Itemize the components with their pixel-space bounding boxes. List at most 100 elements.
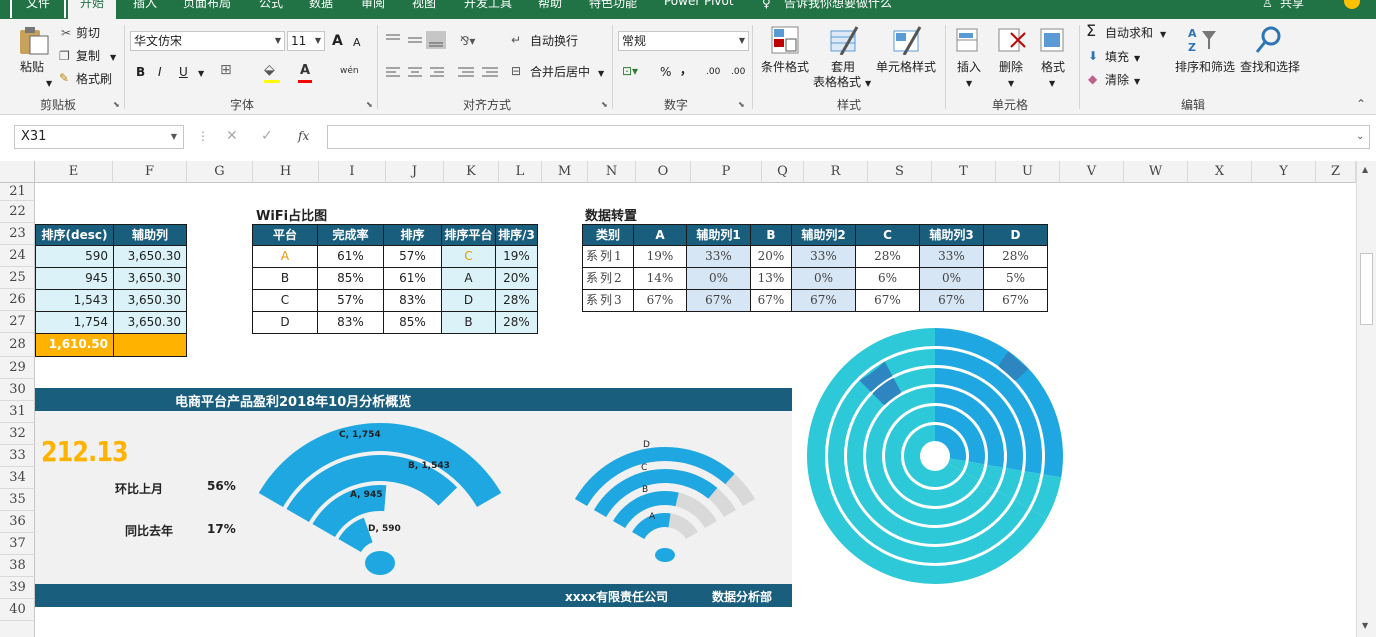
delete-cells-icon[interactable] (997, 25, 1027, 55)
t3-header[interactable]: D (983, 224, 1048, 246)
table-format-dropdown-icon[interactable]: ▼ (865, 77, 871, 91)
t1-cell[interactable]: 3,650.30 (113, 267, 187, 290)
column-header[interactable]: M (542, 161, 588, 183)
font-name-select[interactable]: 华文仿宋 ▼ (130, 31, 285, 51)
number-launcher-icon[interactable]: ⬊ (738, 98, 745, 112)
bold-button[interactable]: B (136, 65, 145, 79)
t3-header[interactable]: C (855, 224, 920, 246)
column-header[interactable]: E (35, 161, 113, 183)
t3-cell[interactable]: 0% (919, 267, 984, 290)
t1-cell[interactable]: 3,650.30 (113, 245, 187, 268)
row-header[interactable]: 31 (0, 401, 35, 423)
column-header[interactable]: G (187, 161, 253, 183)
tab-formulas[interactable]: 公式 (259, 0, 283, 11)
t3-cell[interactable]: 0% (686, 267, 751, 290)
delete-cells-button[interactable]: 删除 (999, 60, 1023, 74)
horizontal-align-icons[interactable] (384, 65, 504, 81)
table-format-label-1[interactable]: 套用 (831, 60, 855, 74)
select-all-corner[interactable] (0, 161, 35, 183)
t3-header[interactable]: A (633, 224, 687, 246)
t3-header[interactable]: 类别 (582, 224, 634, 246)
name-box[interactable]: X31 ▼ (14, 125, 184, 149)
row-header[interactable]: 24 (0, 245, 35, 267)
smiley-feedback-icon[interactable] (1344, 0, 1360, 9)
wifi-fan-chart[interactable]: D C B A (560, 433, 780, 573)
underline-button[interactable]: U (179, 65, 188, 79)
search-icon[interactable] (1254, 25, 1284, 55)
row-header[interactable]: 37 (0, 533, 35, 555)
tab-page-layout[interactable]: 页面布局 (183, 0, 231, 11)
t1-cell[interactable]: 3,650.30 (113, 311, 187, 334)
t3-cell[interactable]: 67% (686, 289, 751, 312)
clipboard-launcher-icon[interactable]: ⬊ (113, 98, 120, 112)
cancel-icon[interactable]: ✕ (226, 128, 238, 144)
column-header[interactable]: O (636, 161, 691, 183)
column-header[interactable]: Q (762, 161, 804, 183)
row-header[interactable]: 39 (0, 577, 35, 599)
formula-input[interactable] (327, 125, 1370, 149)
t3-cell[interactable]: 33% (919, 245, 984, 268)
t2-cell[interactable]: 20% (495, 267, 538, 290)
t2-cell[interactable]: A (441, 267, 496, 290)
table-format-icon[interactable] (829, 25, 859, 55)
autosum-dropdown-icon[interactable]: ▼ (1160, 28, 1166, 42)
t3-cell[interactable]: 28% (855, 245, 920, 268)
copy-dropdown-icon[interactable]: ▼ (110, 51, 116, 65)
insert-cells-button[interactable]: 插入 (957, 60, 981, 74)
row-header[interactable]: 22 (0, 201, 35, 223)
tab-home[interactable]: 开始 (68, 0, 116, 19)
tab-special[interactable]: 特色功能 (589, 0, 637, 11)
number-format-select[interactable]: 常规 ▼ (618, 31, 749, 51)
row-header[interactable]: 36 (0, 511, 35, 533)
t3-series-label[interactable]: 系列1 (582, 245, 634, 268)
t2-cell[interactable]: 19% (495, 245, 538, 268)
clear-dropdown-icon[interactable]: ▼ (1134, 75, 1140, 89)
row-header[interactable]: 35 (0, 489, 35, 511)
alignment-launcher-icon[interactable]: ⬊ (601, 98, 608, 112)
wrap-text-button[interactable]: 自动换行 (530, 34, 578, 48)
conditional-format-button[interactable]: 条件格式 (761, 60, 809, 74)
t3-header[interactable]: 辅助列1 (686, 224, 751, 246)
table-format-label-2[interactable]: 表格格式 (813, 75, 861, 89)
t3-series-label[interactable]: 系列2 (582, 267, 634, 290)
t3-cell[interactable]: 33% (791, 245, 856, 268)
currency-icon[interactable]: ⊡▾ (622, 64, 638, 78)
t2-cell[interactable]: 57% (383, 245, 442, 268)
t3-cell[interactable]: 67% (791, 289, 856, 312)
column-header[interactable]: X (1188, 161, 1252, 183)
tab-data[interactable]: 数据 (309, 0, 333, 11)
t2-cell[interactable]: 61% (317, 245, 384, 268)
tab-file[interactable]: 文件 (10, 0, 66, 18)
share-button[interactable]: 共享 (1280, 0, 1304, 11)
t3-header[interactable]: 辅助列3 (919, 224, 984, 246)
t3-cell[interactable]: 67% (750, 289, 792, 312)
tab-view[interactable]: 视图 (412, 0, 436, 11)
paste-dropdown-icon[interactable]: ▼ (46, 77, 52, 91)
row-header[interactable]: 40 (0, 599, 35, 621)
find-select-button[interactable]: 查找和选择 (1240, 60, 1300, 74)
column-header[interactable]: W (1124, 161, 1188, 183)
t2-cell[interactable]: B (252, 267, 318, 290)
column-header[interactable]: H (253, 161, 319, 183)
tab-review[interactable]: 审阅 (361, 0, 385, 11)
row-header[interactable]: 32 (0, 423, 35, 445)
t1-cell[interactable]: 1,754 (35, 311, 114, 334)
italic-button[interactable]: I (158, 65, 162, 79)
column-header[interactable]: F (113, 161, 187, 183)
scroll-thumb[interactable] (1360, 253, 1373, 325)
insert-cells-icon[interactable] (955, 25, 983, 55)
font-size-select[interactable]: 11 ▼ (287, 31, 325, 51)
t1-cell[interactable]: 3,650.30 (113, 289, 187, 312)
phonetic-icon[interactable]: wén (340, 64, 359, 78)
increase-font-icon[interactable]: A (332, 34, 343, 48)
sort-filter-icon[interactable]: AZ (1186, 25, 1220, 55)
t2-cell[interactable]: D (252, 311, 318, 334)
confirm-icon[interactable]: ✓ (261, 128, 273, 144)
cell-style-icon[interactable] (892, 25, 922, 55)
t1-cell[interactable]: 945 (35, 267, 114, 290)
cut-button[interactable]: 剪切 (76, 26, 100, 40)
border-icon[interactable]: ⊞ (220, 63, 232, 77)
merge-center-button[interactable]: 合并后居中 (530, 65, 590, 79)
row-header[interactable]: 25 (0, 267, 35, 289)
t2-cell[interactable]: 61% (383, 267, 442, 290)
